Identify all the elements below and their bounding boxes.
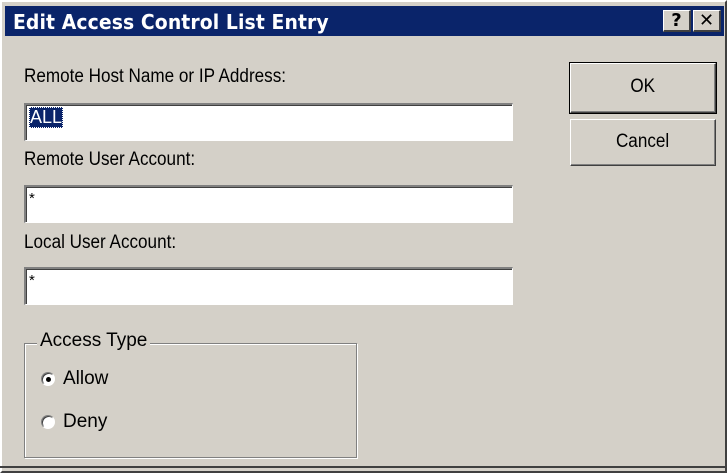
local-user-input[interactable]: * bbox=[24, 267, 513, 305]
radio-deny[interactable]: Deny bbox=[41, 411, 107, 433]
radio-deny-button[interactable] bbox=[41, 415, 55, 429]
title-bar[interactable]: Edit Access Control List Entry ? ✕ bbox=[5, 6, 724, 36]
remote-host-input[interactable]: ALL bbox=[24, 103, 513, 141]
window-bottom-edge bbox=[0, 466, 727, 468]
remote-user-input[interactable]: * bbox=[24, 185, 513, 223]
access-type-legend: Access Type bbox=[37, 330, 151, 352]
help-icon: ? bbox=[671, 10, 682, 31]
remote-user-value: * bbox=[29, 190, 35, 207]
cancel-button-label: Cancel bbox=[616, 131, 670, 152]
radio-allow-label: Allow bbox=[63, 368, 109, 389]
dialog-title: Edit Access Control List Entry bbox=[13, 10, 329, 34]
ok-button-label: OK bbox=[630, 76, 656, 97]
local-user-value: * bbox=[29, 272, 35, 289]
remote-host-label: Remote Host Name or IP Address: bbox=[24, 66, 286, 87]
radio-allow[interactable]: Allow bbox=[41, 368, 108, 390]
radio-allow-button[interactable] bbox=[41, 372, 55, 386]
cancel-button[interactable]: Cancel bbox=[570, 119, 716, 166]
ok-button[interactable]: OK bbox=[569, 62, 717, 114]
remote-user-label: Remote User Account: bbox=[24, 149, 196, 170]
access-type-group: Access Type Allow Deny bbox=[24, 330, 357, 458]
radio-deny-label: Deny bbox=[63, 411, 108, 432]
dialog-window: Edit Access Control List Entry ? ✕ Remot… bbox=[0, 0, 727, 473]
remote-host-value: ALL bbox=[29, 107, 64, 128]
close-icon: ✕ bbox=[698, 10, 715, 31]
help-button[interactable]: ? bbox=[663, 10, 691, 32]
close-button[interactable]: ✕ bbox=[693, 10, 721, 32]
local-user-label: Local User Account: bbox=[24, 232, 177, 253]
